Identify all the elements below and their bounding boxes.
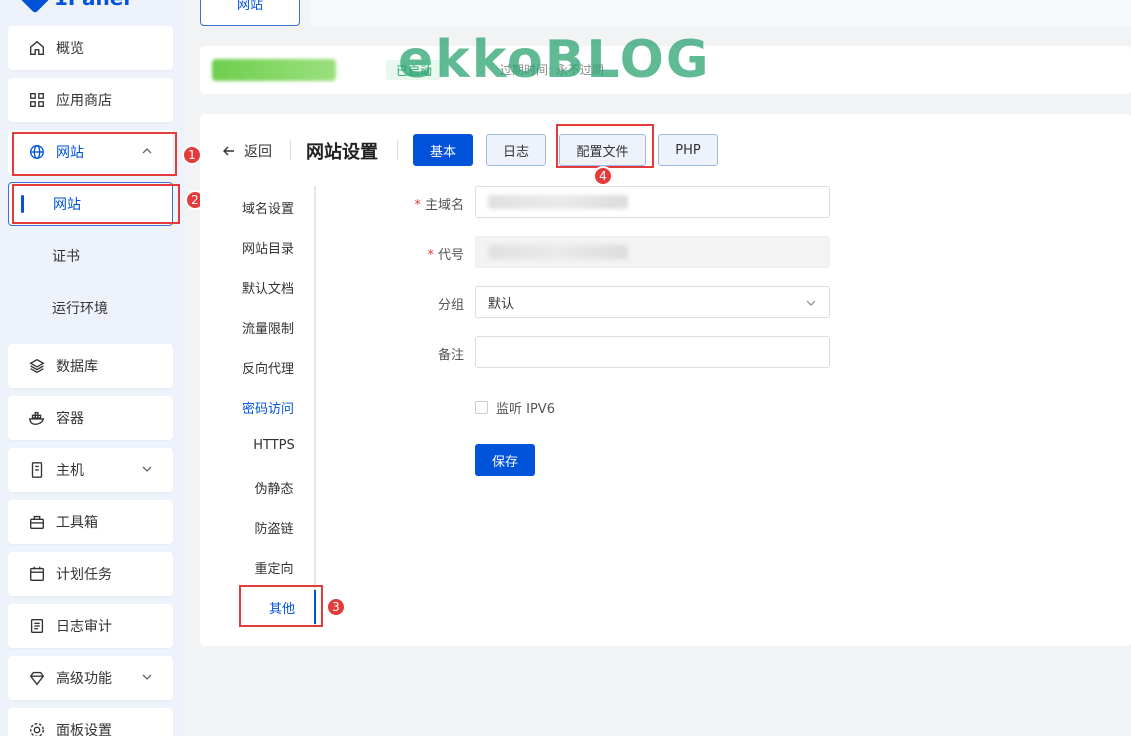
ipv6-checkbox[interactable] — [475, 401, 488, 414]
sidebar-item-label: 主机 — [56, 463, 84, 479]
required-mark: * — [427, 248, 434, 263]
sidebar-subitem-label: 运行环境 — [52, 301, 108, 317]
gear-icon — [30, 723, 44, 736]
sidebar-item-label: 网站 — [56, 145, 84, 161]
sidebar-item-label: 应用商店 — [56, 93, 112, 109]
sidebar-item-label: 高级功能 — [56, 671, 112, 687]
sidebar-item-label: 数据库 — [56, 359, 98, 375]
back-button[interactable]: 返回 — [222, 141, 272, 161]
sidebar-item-log-audit[interactable]: 日志审计 — [8, 604, 173, 648]
layers-icon — [29, 358, 45, 374]
site-name-redacted — [212, 59, 336, 81]
watermark: ekkoBLOG — [398, 30, 711, 90]
menu-active-indicator — [314, 590, 316, 624]
tab-php[interactable]: PHP — [658, 134, 718, 166]
sidebar-subitem-certificate[interactable]: 证书 — [8, 234, 173, 278]
alias-field[interactable] — [475, 236, 830, 268]
alias-label: * 代号 — [427, 248, 464, 263]
sidebar-item-label: 概览 — [56, 41, 84, 57]
menu-https[interactable]: HTTPS — [232, 438, 316, 453]
remark-label: 备注 — [437, 348, 464, 363]
menu-anti-leech[interactable]: 防盗链 — [232, 518, 316, 537]
group-select-value: 默认 — [488, 296, 515, 312]
required-mark: * — [414, 198, 421, 213]
menu-default-document[interactable]: 默认文档 — [226, 278, 310, 297]
home-icon — [30, 40, 44, 55]
sidebar-item-settings[interactable]: 面板设置 — [8, 708, 173, 736]
save-button[interactable]: 保存 — [475, 444, 535, 476]
active-indicator — [21, 195, 24, 213]
sidebar-item-app-store[interactable]: 应用商店 — [8, 78, 173, 122]
divider — [290, 140, 291, 160]
annotation-badge-3: 3 — [326, 597, 346, 617]
menu-redirect[interactable]: 重定向 — [232, 558, 316, 577]
tab-basic[interactable]: 基本 — [413, 134, 473, 166]
sidebar-subitem-label: 网站 — [53, 197, 81, 213]
chevron-up-icon — [142, 148, 152, 154]
redacted-value — [488, 195, 628, 209]
sidebar-subitem-runtime[interactable]: 运行环境 — [8, 286, 173, 330]
remark-field[interactable] — [475, 336, 830, 368]
logo-text: 1Panel — [54, 0, 130, 10]
tab-log[interactable]: 日志 — [486, 134, 546, 166]
sidebar-item-advanced[interactable]: 高级功能 — [8, 656, 173, 700]
sidebar-subitem-website[interactable]: 网站 — [8, 182, 173, 226]
log-icon — [30, 619, 44, 633]
primary-domain-label: * 主域名 — [414, 198, 464, 213]
sidebar-item-label: 工具箱 — [56, 515, 98, 531]
grid-icon — [30, 93, 44, 107]
server-icon — [31, 462, 43, 478]
sidebar-item-host[interactable]: 主机 — [8, 448, 173, 492]
tab-strip — [310, 0, 1131, 26]
sidebar-subitem-label: 证书 — [52, 249, 80, 265]
chevron-down-icon — [806, 300, 816, 306]
back-label: 返回 — [244, 144, 272, 160]
annotation-badge-1: 1 — [182, 145, 202, 165]
ipv6-label: 监听 IPV6 — [496, 402, 555, 417]
toolbox-icon — [30, 515, 44, 529]
sidebar-item-label: 容器 — [56, 411, 84, 427]
sidebar-item-label: 计划任务 — [56, 567, 112, 583]
menu-traffic-limit[interactable]: 流量限制 — [226, 318, 310, 337]
menu-password-access[interactable]: 密码访问 — [226, 398, 310, 417]
app-logo[interactable]: 1Panel — [19, 0, 130, 14]
redacted-value — [488, 245, 628, 259]
menu-other[interactable]: 其他 — [240, 598, 324, 617]
sidebar-item-website[interactable]: 网站 — [8, 130, 173, 174]
calendar-icon — [30, 566, 44, 581]
arrow-left-icon — [223, 146, 234, 156]
page-title: 网站设置 — [306, 142, 378, 163]
primary-domain-field[interactable] — [475, 186, 830, 218]
sidebar-item-label: 面板设置 — [56, 723, 112, 736]
annotation-badge-4: 4 — [593, 166, 613, 186]
sidebar: 1Panel 概览 应用商店 网站 网站 证书 运行环境 数据库 容器 主机 工… — [0, 0, 185, 736]
ipv6-option[interactable]: 监听 IPV6 — [475, 398, 555, 417]
chevron-down-icon — [142, 674, 152, 680]
menu-domain-settings[interactable]: 域名设置 — [226, 198, 310, 217]
logo-mark-icon — [19, 0, 51, 14]
divider — [397, 140, 398, 160]
menu-rewrite[interactable]: 伪静态 — [232, 478, 316, 497]
chevron-down-icon — [142, 466, 152, 472]
sidebar-item-database[interactable]: 数据库 — [8, 344, 173, 388]
sidebar-item-label: 日志审计 — [56, 619, 112, 635]
sidebar-item-overview[interactable]: 概览 — [8, 26, 173, 70]
tab-website[interactable]: 网站 — [200, 0, 300, 26]
tab-config-file[interactable]: 配置文件 — [559, 134, 646, 166]
menu-site-directory[interactable]: 网站目录 — [226, 238, 310, 257]
group-label: 分组 — [437, 298, 464, 313]
globe-icon — [30, 145, 44, 159]
group-select[interactable]: 默认 — [475, 286, 830, 318]
sidebar-item-container[interactable]: 容器 — [8, 396, 173, 440]
sidebar-item-cron[interactable]: 计划任务 — [8, 552, 173, 596]
docker-icon — [29, 411, 45, 425]
diamond-icon — [29, 671, 45, 686]
sidebar-item-toolbox[interactable]: 工具箱 — [8, 500, 173, 544]
menu-reverse-proxy[interactable]: 反向代理 — [226, 358, 310, 377]
